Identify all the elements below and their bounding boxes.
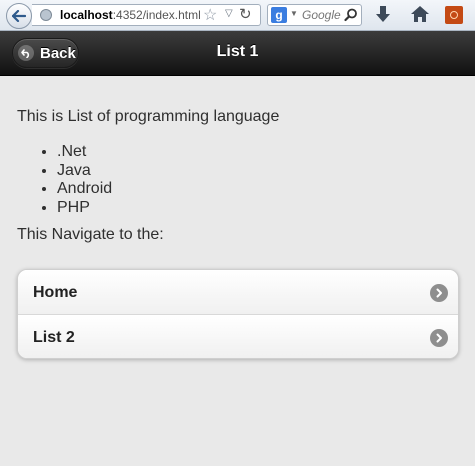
nav-item-label: List 2	[33, 329, 75, 346]
chevron-right-icon	[430, 329, 448, 347]
browser-toolbar: localhost:4352/index.html ☆ ▽ ↻ g ▼ Goog…	[0, 0, 475, 31]
chevron-right-icon	[430, 284, 448, 302]
home-icon[interactable]	[410, 5, 430, 23]
nav-item-label: Home	[33, 284, 78, 301]
nav-listview: Home List 2	[17, 269, 459, 359]
language-list: .Net Java Android PHP	[17, 143, 460, 217]
reload-icon[interactable]: ↻	[239, 5, 252, 23]
extension-icon[interactable]	[445, 6, 463, 24]
back-arrow-icon	[12, 10, 26, 22]
chevron-down-icon[interactable]: ▽	[225, 8, 233, 19]
address-bar[interactable]: localhost:4352/index.html ☆ ▽ ↻	[32, 4, 261, 26]
search-placeholder: Google	[302, 8, 341, 22]
star-icon[interactable]: ☆	[203, 5, 217, 25]
url-host: localhost	[60, 8, 113, 22]
url-text[interactable]: localhost:4352/index.html	[60, 8, 200, 22]
search-icon[interactable]	[344, 8, 358, 22]
page-title: List 1	[216, 43, 259, 60]
navigate-text: This Navigate to the:	[17, 226, 164, 243]
url-path: :4352/index.html	[112, 8, 200, 22]
list-item: .Net	[57, 143, 460, 162]
page-content: This is List of programming language .Ne…	[17, 108, 460, 244]
list-item: Android	[57, 180, 460, 199]
nav-item-list-2[interactable]: List 2	[18, 315, 458, 358]
chevron-down-icon[interactable]: ▼	[290, 9, 298, 18]
nav-item-home[interactable]: Home	[18, 270, 458, 315]
search-box[interactable]: g ▼ Google	[267, 4, 362, 26]
page-header: Back List 1	[0, 31, 475, 76]
list-item: PHP	[57, 199, 460, 218]
globe-icon	[40, 9, 52, 21]
intro-text: This is List of programming language	[17, 108, 280, 125]
browser-back-button[interactable]	[6, 3, 32, 29]
list-item: Java	[57, 162, 460, 181]
google-icon[interactable]: g	[271, 7, 287, 23]
download-icon[interactable]	[374, 5, 392, 25]
